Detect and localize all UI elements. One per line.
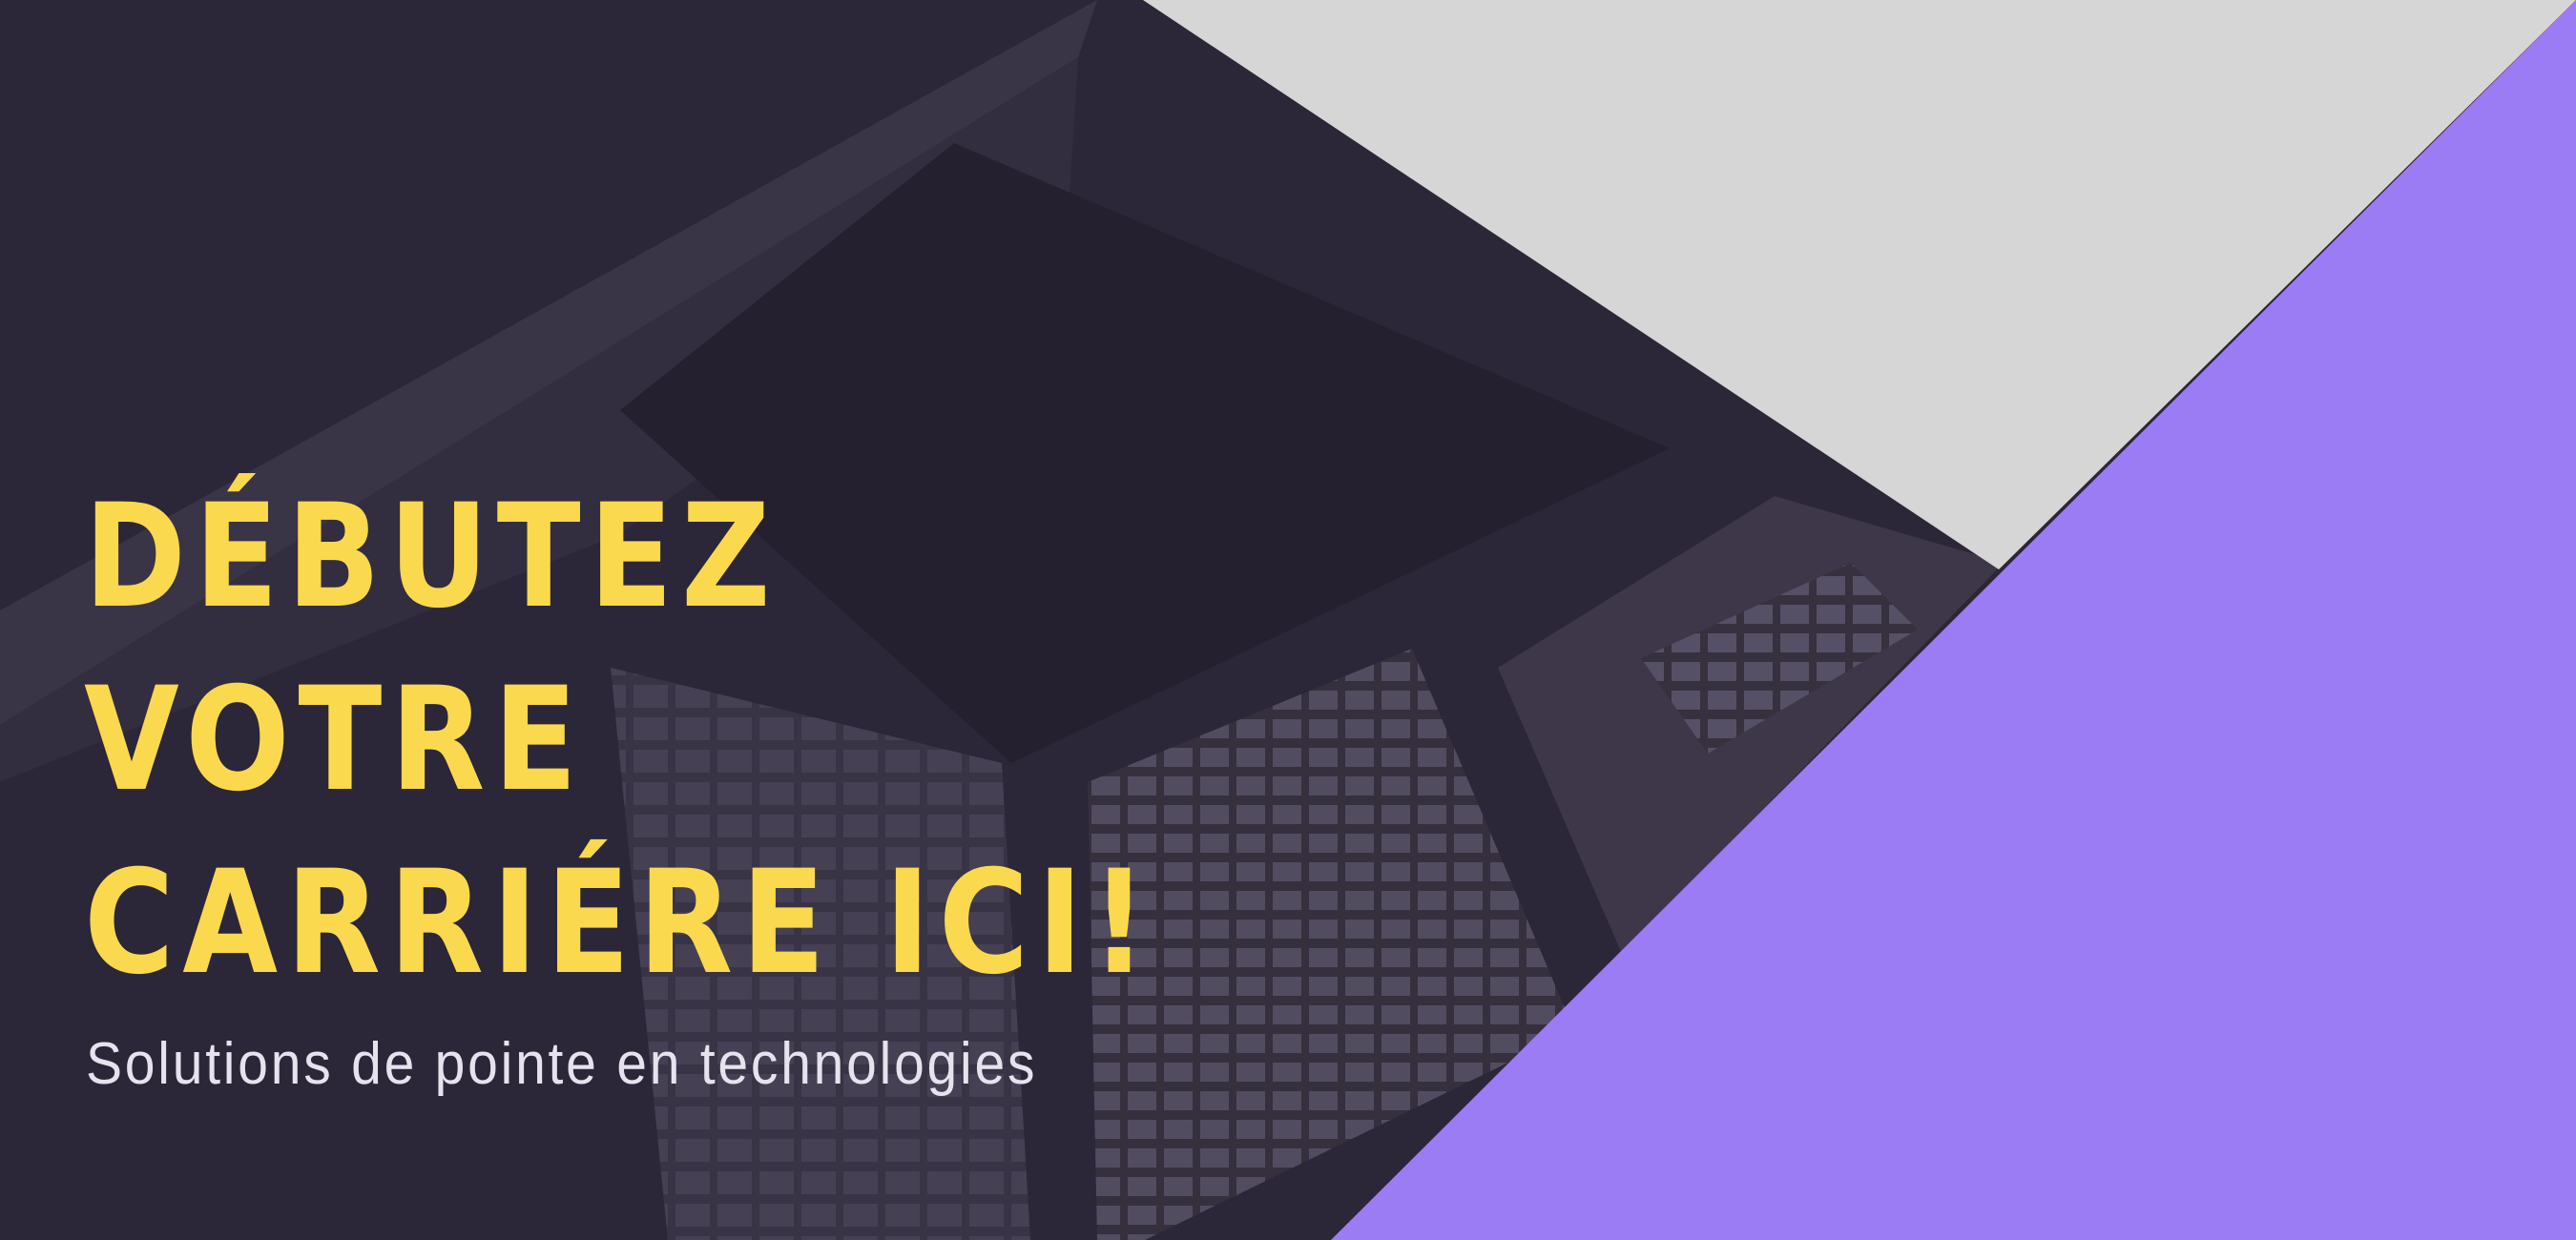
headline-line-2: VOTRE <box>84 657 586 823</box>
hero-subtitle: Solutions de pointe en technologies <box>86 1031 1038 1097</box>
headline-line-3: CARRIÉRE ICI! <box>84 840 1155 1006</box>
hero-banner: DÉBUTEZ VOTRE CARRIÉRE ICI! Solutions de… <box>0 0 2576 1240</box>
hero-headline: DÉBUTEZ VOTRE CARRIÉRE ICI! <box>84 465 1155 1015</box>
headline-line-1: DÉBUTEZ <box>84 474 779 640</box>
